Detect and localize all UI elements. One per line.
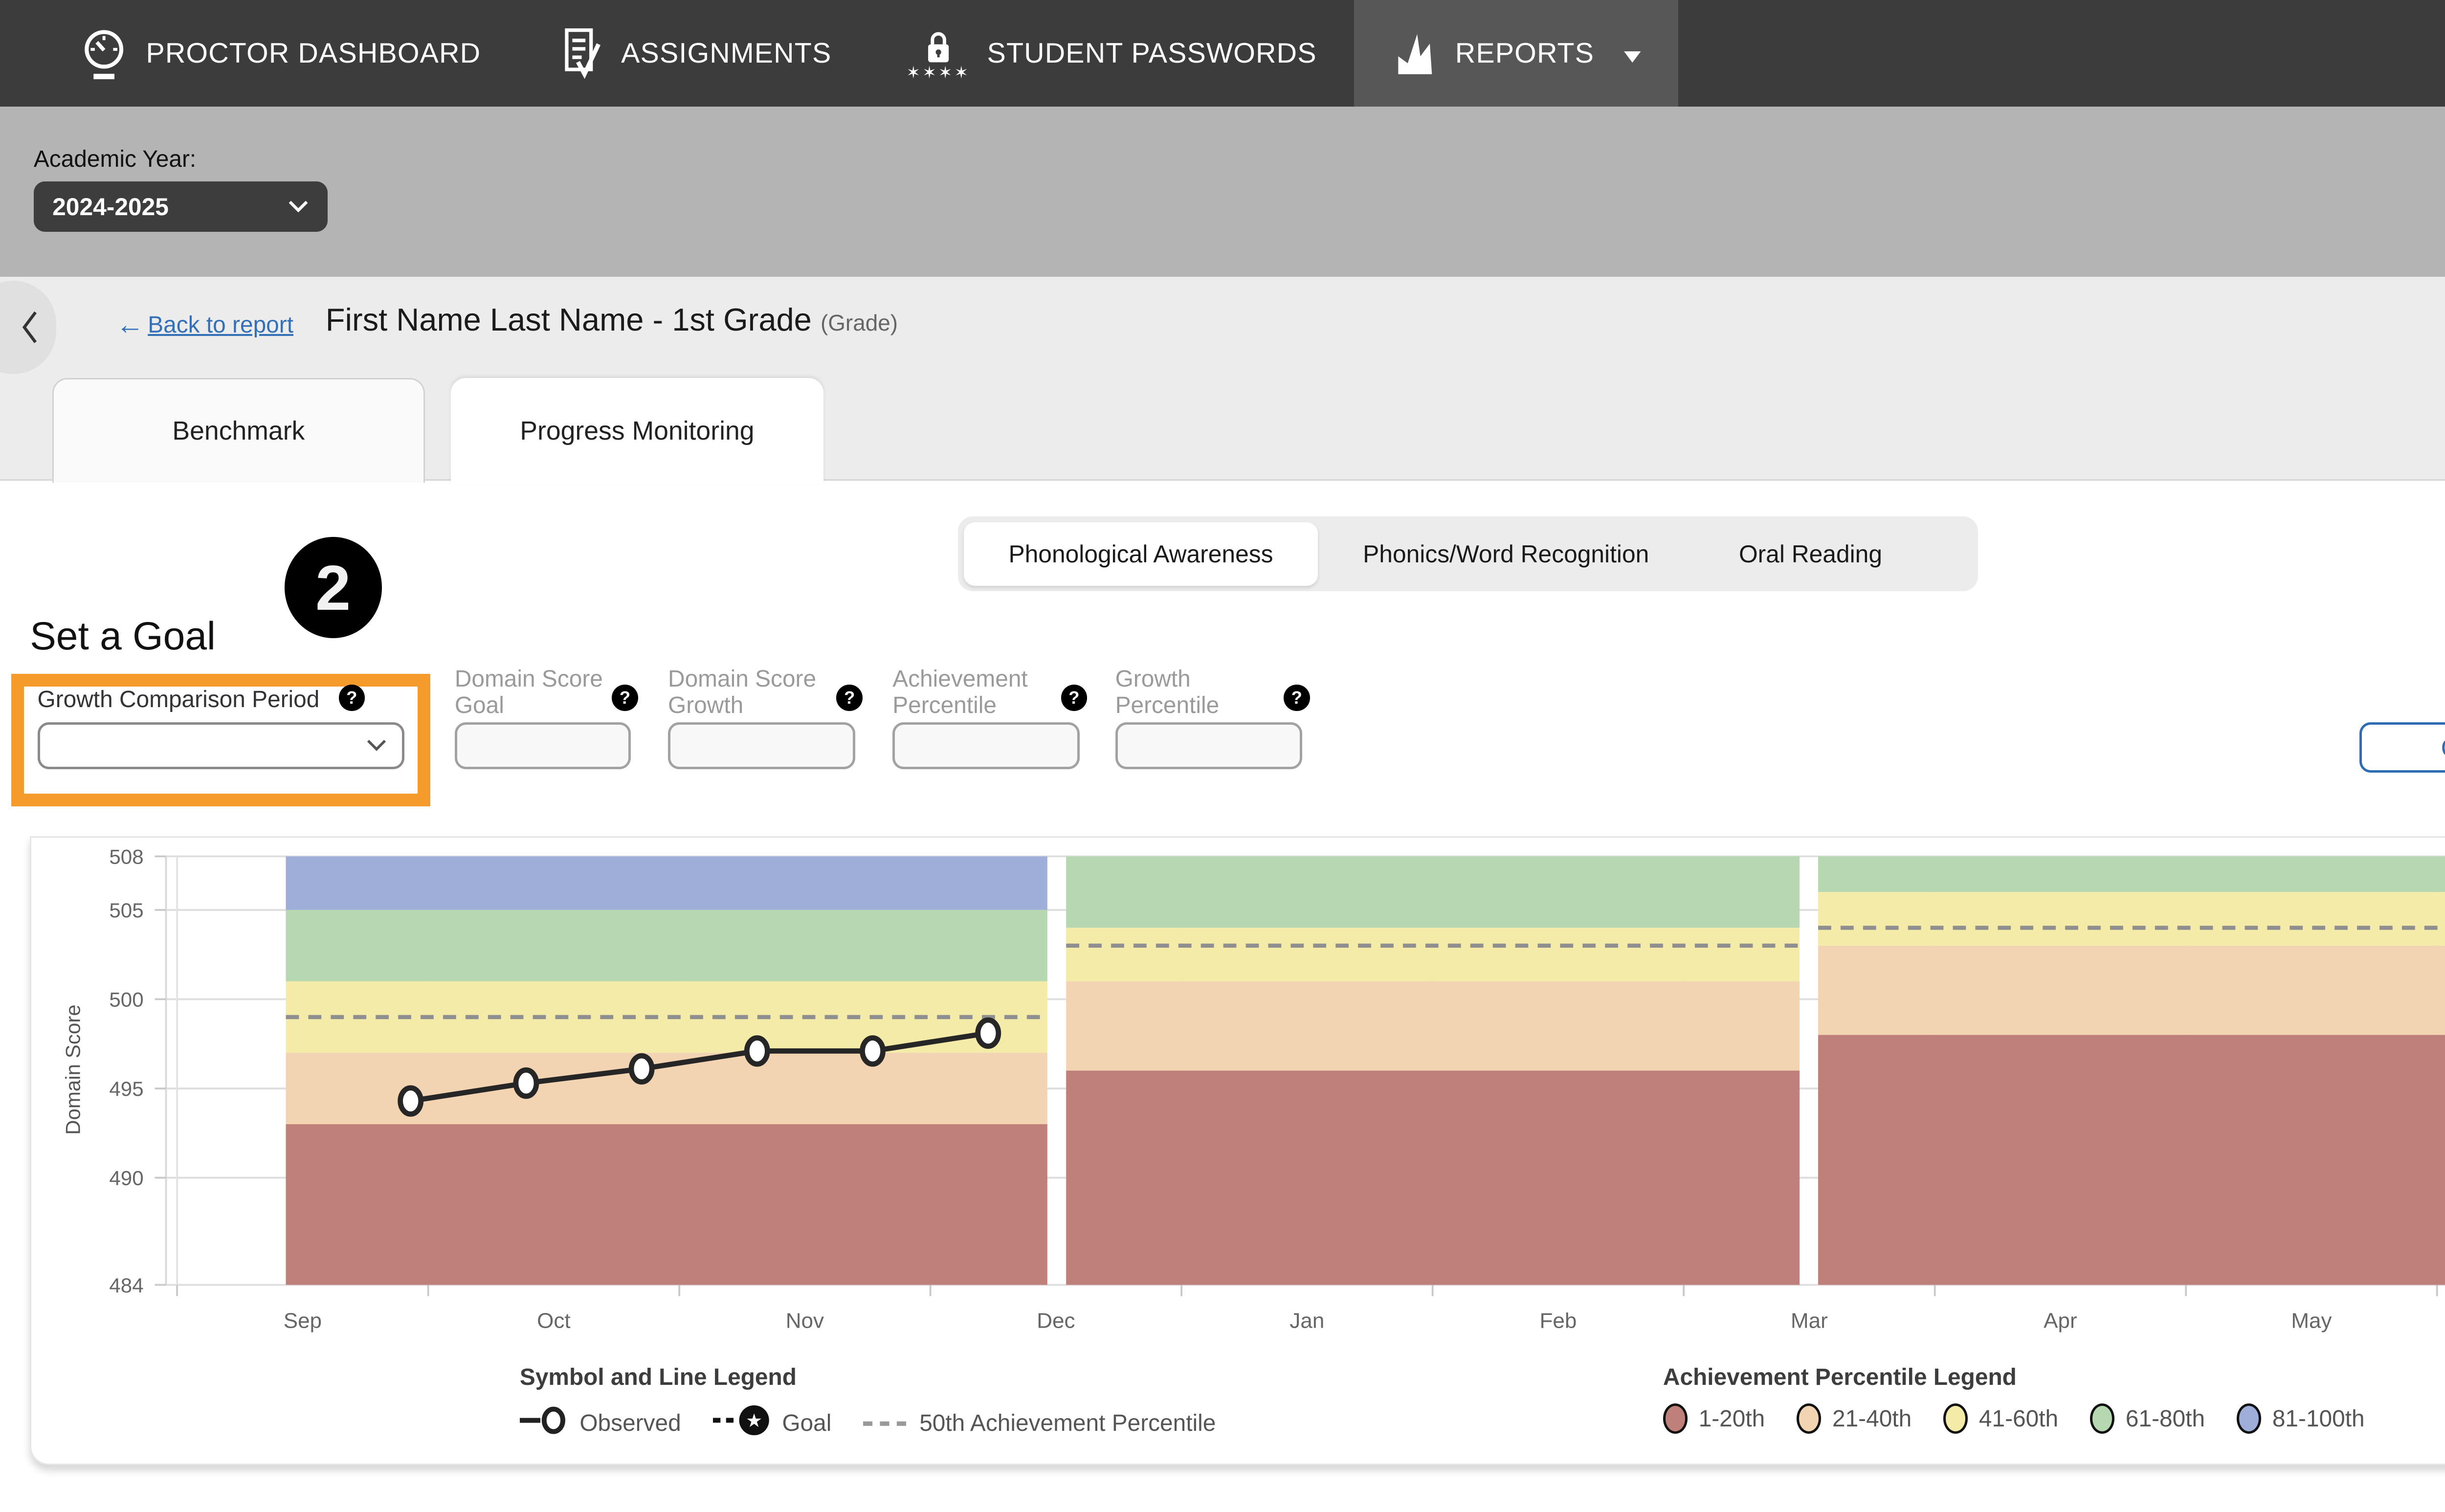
dash-star-icon: ★ [713, 1403, 771, 1443]
subtab-phonological-awareness[interactable]: Phonological Awareness [964, 522, 1318, 586]
chart-card: 508 505 500 495 490 484 Sep Oct Nov Dec Jan Feb Mar A… [30, 836, 2445, 1465]
field-label-domain-score-goal: Domain ScoreGoal [455, 666, 603, 718]
svg-text:484: 484 [110, 1274, 144, 1297]
nav-item-student-passwords[interactable]: ✶✶✶✶ STUDENT PASSWORDS [869, 0, 1354, 107]
field-label-domain-score-growth: Domain ScoreGrowth [668, 666, 816, 718]
svg-text:Feb: Feb [1540, 1309, 1577, 1333]
svg-text:May: May [2291, 1309, 2332, 1333]
nav-item-assignments[interactable]: ASSIGNMENTS [518, 0, 869, 107]
field-label-achievement-percentile: AchievementPercentile [892, 666, 1027, 718]
nav-item-reports[interactable]: REPORTS [1354, 0, 1678, 107]
nav-item-proctor-dashboard[interactable]: PROCTOR DASHBOARD [41, 0, 518, 107]
percentile-swatch [1943, 1403, 1968, 1433]
svg-text:508: 508 [110, 845, 144, 868]
percentile-swatch [2090, 1403, 2114, 1433]
legend-item-1-20th: 1-20th [1663, 1403, 1765, 1433]
svg-text:Mar: Mar [1791, 1309, 1828, 1333]
legend-item-61-80th: 61-80th [2090, 1403, 2205, 1433]
svg-text:505: 505 [110, 899, 144, 922]
toolbar: Academic Year: 2024-2025 Print [0, 107, 2445, 277]
svg-text:★: ★ [746, 1411, 762, 1432]
input-domain-score-goal [455, 722, 631, 769]
svg-text:490: 490 [110, 1167, 144, 1190]
percentile-swatch [2237, 1403, 2261, 1433]
set-a-goal-heading: Set a Goal [30, 614, 216, 659]
svg-text:Nov: Nov [786, 1309, 824, 1333]
step-2-badge: 2 [285, 537, 382, 638]
page-title-suffix: (Grade) [821, 310, 898, 335]
help-icon[interactable]: ? [1061, 685, 1088, 711]
chevron-left-icon [21, 309, 39, 346]
back-to-report-link[interactable]: ← Back to report [116, 309, 293, 341]
nav-item-label: REPORTS [1455, 37, 1594, 69]
password-stars: ✶✶✶✶ [906, 65, 970, 81]
legend-item-observed: Observed [520, 1405, 681, 1441]
percentile-swatch [1663, 1403, 1688, 1433]
chevron-down-icon [288, 200, 309, 213]
help-icon[interactable]: ? [339, 685, 365, 711]
nav-item-label: STUDENT PASSWORDS [987, 37, 1317, 69]
svg-text:Dec: Dec [1037, 1309, 1075, 1333]
cancel-button[interactable]: Cancel [2359, 722, 2445, 773]
nav-item-label: PROCTOR DASHBOARD [146, 37, 481, 69]
academic-year-select[interactable]: 2024-2025 [34, 181, 328, 232]
subtab-phonics-word-recognition[interactable]: Phonics/Word Recognition [1318, 522, 1694, 586]
svg-text:500: 500 [110, 988, 144, 1011]
help-icon[interactable]: ? [836, 685, 863, 711]
svg-text:Oct: Oct [537, 1309, 570, 1333]
tab-benchmark[interactable]: Benchmark [52, 378, 424, 483]
select-growth-comparison-period[interactable] [38, 722, 404, 769]
chart-icon [1392, 28, 1439, 78]
page: PROCTOR DASHBOARD ASSIGNMENTS ✶✶✶✶ STUDENT … [0, 0, 2445, 1512]
symbol-line-legend: Symbol and Line Legend Observed★Goal50th… [520, 1364, 1216, 1444]
legend-item-21-40th: 21-40th [1797, 1403, 1912, 1433]
nav-item-label: ASSIGNMENTS [621, 37, 831, 69]
input-achievement-percentile [892, 722, 1080, 769]
domain-subtabs: Phonological AwarenessPhonics/Word Recog… [958, 516, 1978, 591]
top-nav: PROCTOR DASHBOARD ASSIGNMENTS ✶✶✶✶ STUDENT … [0, 0, 2445, 107]
tab-progress-monitoring[interactable]: Progress Monitoring [451, 378, 823, 485]
legend-item-50th-achievement-percentile: 50th Achievement Percentile [863, 1410, 1216, 1437]
back-arrow-icon: ← [116, 309, 144, 341]
line-circle-icon [520, 1405, 568, 1441]
lock-icon: ✶✶✶✶ [906, 25, 970, 82]
chevron-down-icon [366, 739, 387, 752]
help-icon[interactable]: ? [1284, 685, 1310, 711]
gauge-icon [79, 26, 129, 81]
svg-text:495: 495 [110, 1078, 144, 1101]
gray-dashes-icon [863, 1410, 908, 1437]
svg-text:Sep: Sep [284, 1309, 322, 1333]
progress-monitoring-chart: 508 505 500 495 490 484 Sep Oct Nov Dec Jan Feb Mar A… [31, 838, 2445, 1347]
input-growth-percentile [1115, 722, 1303, 769]
field-label-growth-percentile: GrowthPercentile [1115, 666, 1220, 718]
legend-item-goal: ★Goal [713, 1403, 832, 1443]
svg-text:Domain Score: Domain Score [62, 1005, 85, 1135]
subtab-oral-reading[interactable]: Oral Reading [1694, 522, 1927, 586]
help-icon[interactable]: ? [612, 685, 638, 711]
input-domain-score-growth [668, 722, 855, 769]
svg-text:Apr: Apr [2044, 1309, 2077, 1333]
caret-down-icon [1624, 37, 1641, 69]
legend-item-81-100th: 81-100th [2237, 1403, 2365, 1433]
academic-year-value: 2024-2025 [52, 193, 169, 221]
academic-year-label: Academic Year: [34, 146, 196, 173]
achievement-percentile-legend: Achievement Percentile Legend 1-20th21-4… [1663, 1364, 2365, 1434]
legend-item-41-60th: 41-60th [1943, 1403, 2058, 1433]
clipboard-check-icon [556, 26, 604, 81]
page-title: First Name Last Name - 1st Grade (Grade) [326, 301, 898, 338]
percentile-swatch [1797, 1403, 1821, 1433]
svg-text:Jan: Jan [1290, 1309, 1325, 1333]
